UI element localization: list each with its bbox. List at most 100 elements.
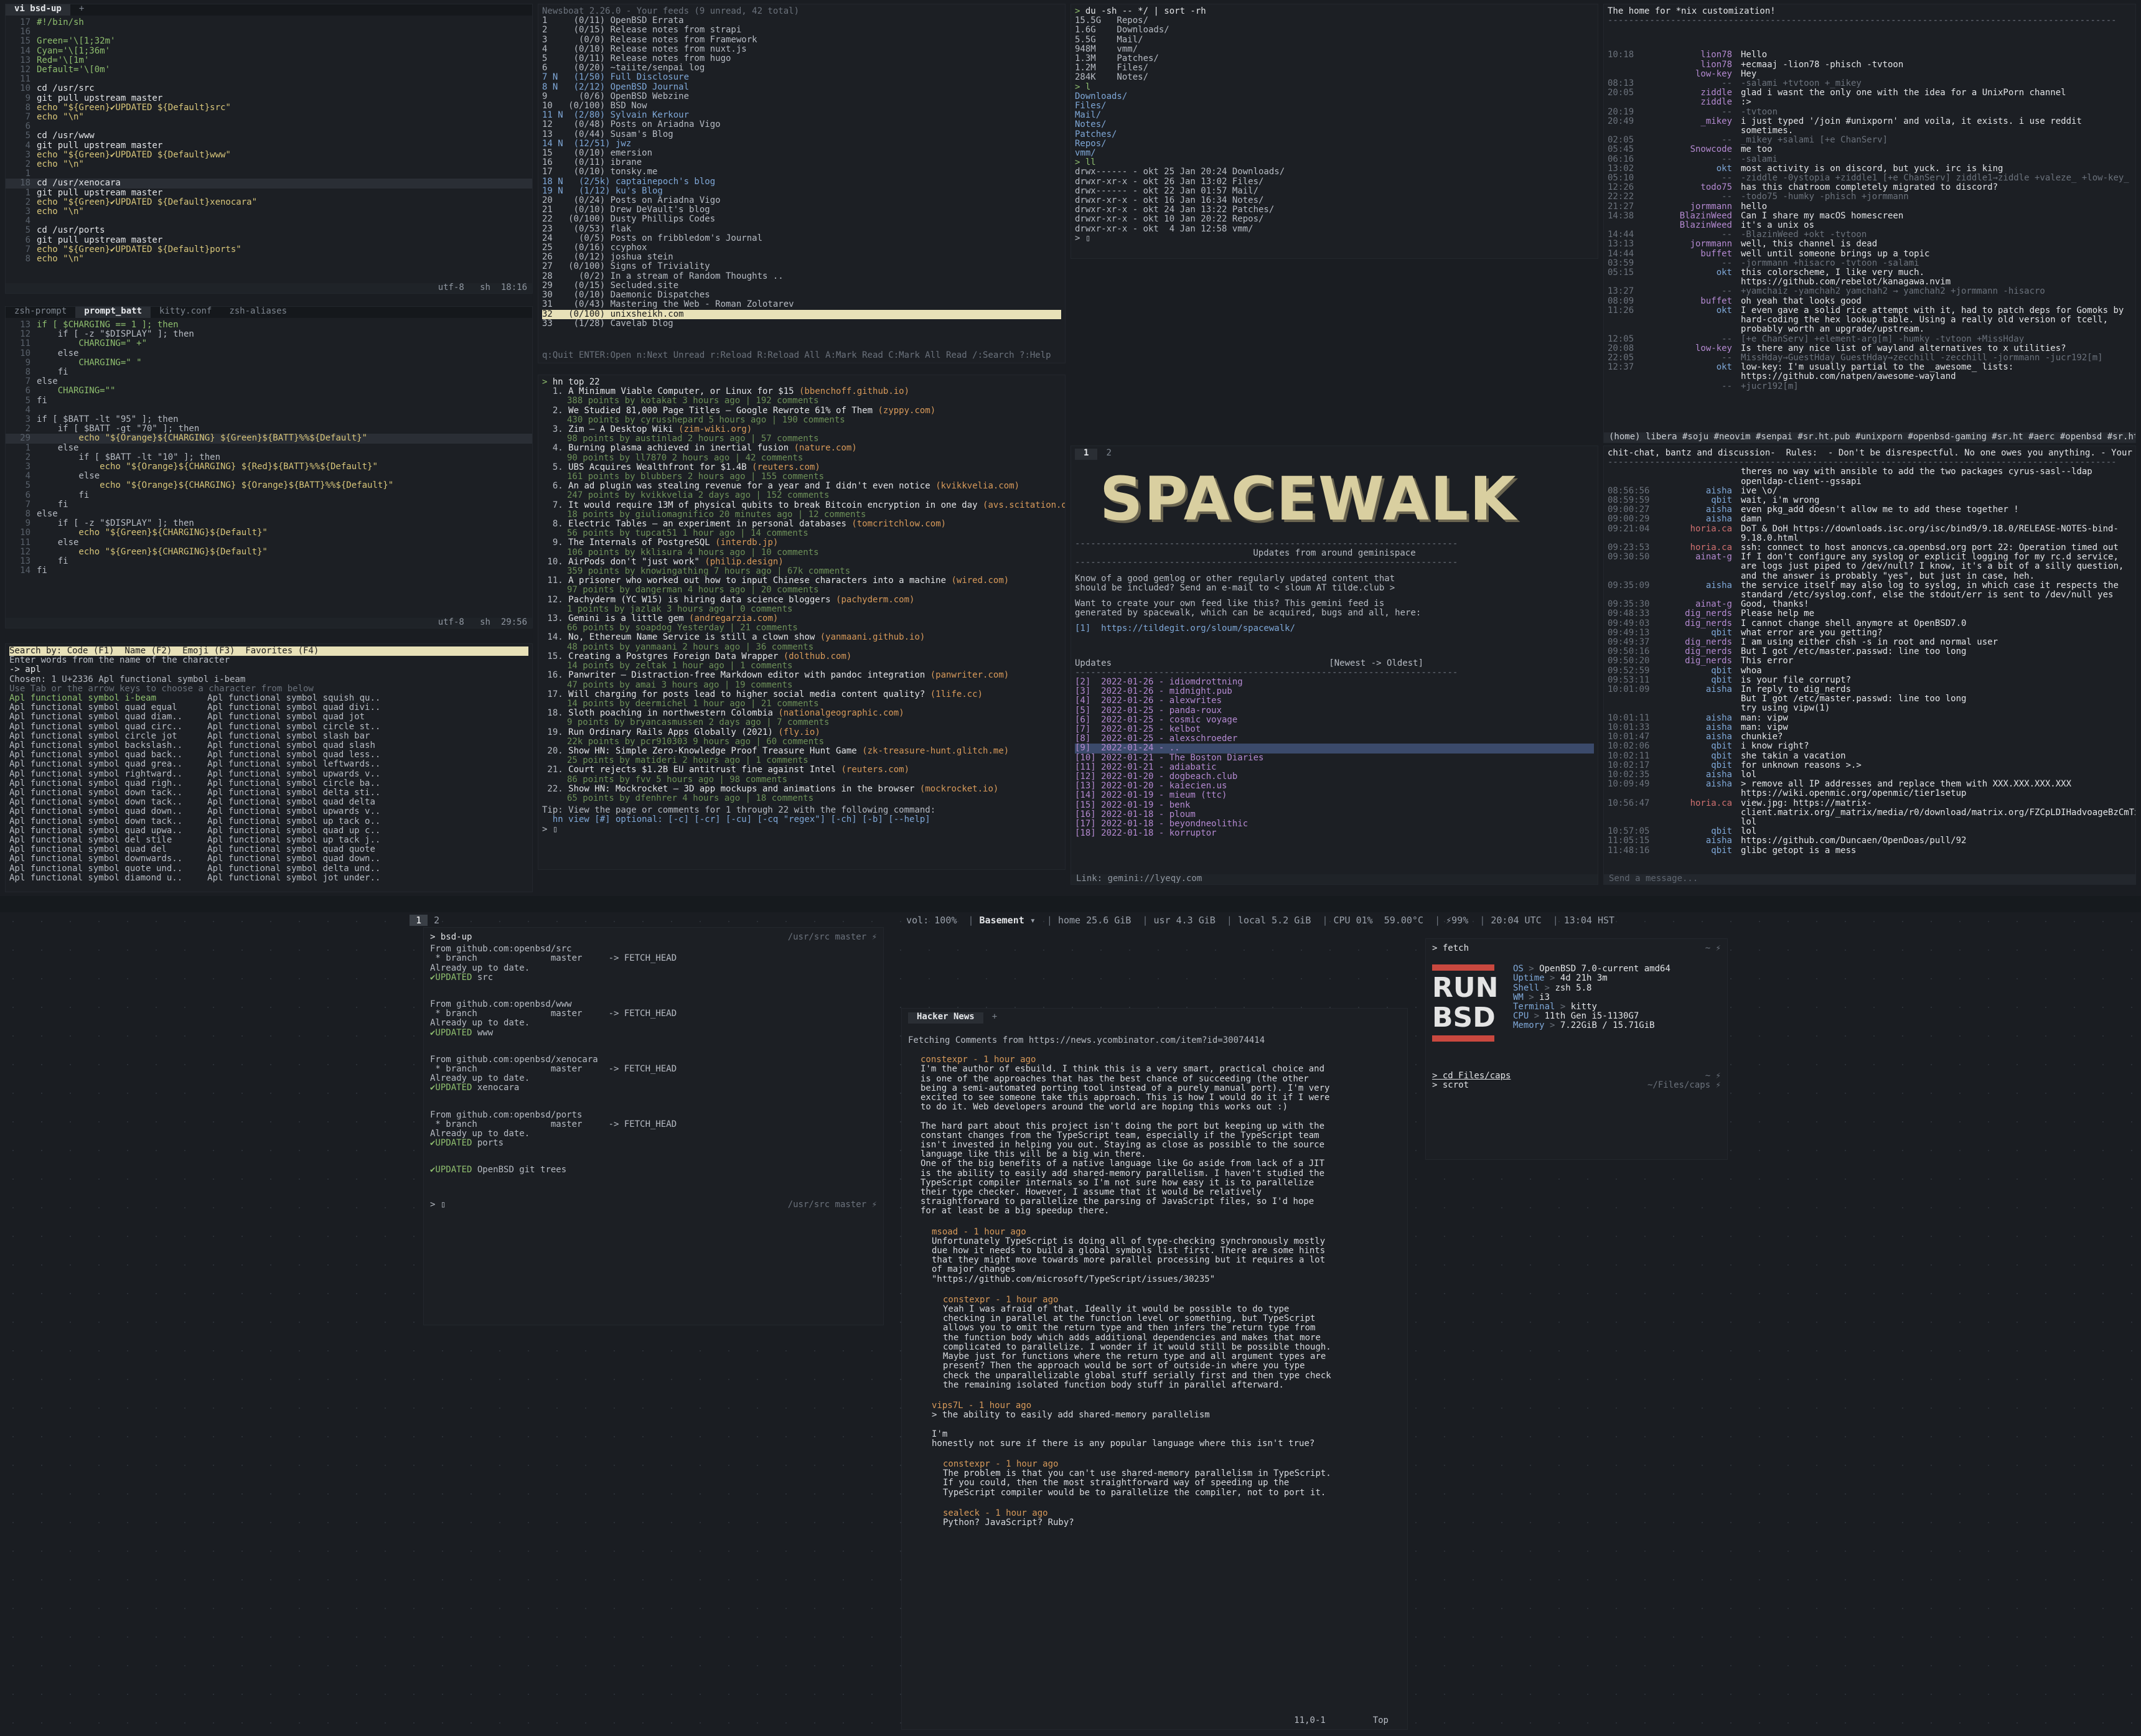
search-input[interactable]: -> apl (9, 665, 528, 674)
feed-item[interactable]: 2 (0/15) Release notes from strapi (542, 26, 1061, 35)
hn-story[interactable]: 17. Will charging for posts lead to high… (542, 689, 1061, 699)
story-title[interactable]: Show HN: Mockrocket – 3D app mockups and… (568, 784, 914, 794)
hn-story[interactable]: 3. Zim – A Desktop Wiki (zim-wiki.org) (542, 424, 1061, 434)
feed-item[interactable]: 6 (0/20) ~taiite/senpai log (542, 63, 1061, 73)
hn-story[interactable]: 4. Burning plasma achieved in inertial f… (542, 444, 1061, 453)
hn-story[interactable]: 2. We Studied 81,000 Page Titles – Googl… (542, 406, 1061, 416)
gemini-tab-2[interactable]: 2 (1097, 448, 1120, 460)
hn-client-tab[interactable]: Hacker News (908, 1012, 983, 1024)
newsboat-pane[interactable]: Newsboat 2.26.0 - Your feeds (9 unread, … (538, 4, 1066, 363)
story-title[interactable]: Court rejects $1.2B EU antitrust fine ag… (568, 765, 836, 775)
char-option[interactable]: Apl functional symbol quad back.. (9, 750, 182, 760)
hn-story[interactable]: 19. Run Ordinary Rails Apps Globally (20… (542, 727, 1061, 737)
update-link[interactable]: [8] 2022-01-25 - alexschroeder (1075, 734, 1594, 744)
feed-item[interactable]: 19 N (1/12) ku's Blog (542, 186, 1061, 196)
char-option[interactable]: Apl functional symbol up tack o.. (207, 816, 380, 826)
updates-list[interactable]: [2] 2022-01-26 - idiomdrottning [3] 2022-… (1075, 677, 1594, 838)
code-area-2[interactable]: 13 if [ $CHARGING == 1 ]; then 12 if [ -z … (6, 318, 532, 578)
feed-item[interactable]: 5 (0/11) Release notes from hugo (542, 54, 1061, 63)
feed-item[interactable]: 31 (0/43) Mastering the Web - Roman Zolo… (542, 300, 1061, 309)
char-option[interactable]: Apl functional symbol quad delta (207, 798, 380, 807)
hn-story[interactable]: 14. No, Ethereum Name Service is still a… (542, 633, 1061, 642)
char-option[interactable]: Apl functional symbol quad righ.. (9, 778, 182, 788)
gemini-link[interactable]: [1] https://tildegit.org/sloum/spacewalk… (1075, 624, 1594, 633)
char-option[interactable]: Apl functional symbol quad grea.. (9, 760, 182, 769)
story-title[interactable]: Pachyderm (YC W15) is hiring data scienc… (568, 595, 830, 605)
char-list-right[interactable]: Apl functional symbol squish qu.. Apl fun… (207, 693, 380, 883)
feed-item[interactable]: 25 (0/16) ccyphox (542, 243, 1061, 253)
story-title[interactable]: A prisoner who worked out how to input C… (568, 576, 946, 586)
story-title[interactable]: Sloth poaching in northwestern Colombia (568, 708, 773, 718)
feed-item[interactable]: 14 N (12/51) jwz (542, 139, 1061, 149)
workspace-1[interactable]: 1 (410, 915, 428, 926)
feed-item[interactable]: 8 N (2/12) OpenBSD Journal (542, 82, 1061, 92)
feed-item[interactable]: 30 (0/10) Daemonic Dispatches (542, 290, 1061, 300)
story-title[interactable]: AirPods don't "just work" (568, 557, 700, 567)
story-title[interactable]: UBS Acquires Wealthfront for $1.4B (568, 462, 747, 472)
char-option[interactable]: Apl functional symbol circle jot (9, 731, 182, 741)
update-link[interactable]: [11] 2022-01-21 - adiabatic (1075, 762, 1594, 772)
char-option[interactable]: Apl functional symbol backslash.. (9, 740, 182, 750)
story-title[interactable]: Gemini is a little gem (568, 614, 683, 623)
char-option[interactable]: Apl functional symbol i-beam (9, 693, 182, 703)
update-link[interactable]: [14] 2022-01-19 - mieum (ttc) (1075, 791, 1594, 800)
search-mode-bar[interactable]: Search by: Code (F1) Name (F2) Emoji (F3… (9, 646, 528, 656)
hn-story[interactable]: 1. A Minimum Viable Computer, or Linux f… (542, 387, 1061, 396)
story-title[interactable]: Zim – A Desktop Wiki (568, 424, 673, 434)
update-link[interactable]: [18] 2022-01-18 - korruptor (1075, 829, 1594, 838)
hn-top-pane[interactable]: > hn top 22 1. A Minimum Viable Computer… (538, 375, 1066, 870)
hn-story[interactable]: 20. Show HN: Simple Zero-Knowledge Proof… (542, 746, 1061, 756)
char-option[interactable]: Apl functional symbol delta sti.. (207, 788, 380, 798)
char-option[interactable]: Apl functional symbol slash bar (207, 731, 380, 741)
char-option[interactable]: Apl functional symbol jot under.. (207, 873, 380, 883)
comment-author[interactable]: vips7L - 1 hour ago (932, 1401, 1331, 1411)
story-title[interactable]: Show HN: Simple Zero-Knowledge Proof Tre… (568, 746, 857, 756)
update-link[interactable]: [15] 2022-01-19 - benk (1075, 800, 1594, 810)
char-option[interactable]: Apl functional symbol delta und.. (207, 864, 380, 874)
feed-item[interactable]: 27 (0/100) Signs of Triviality (542, 262, 1061, 271)
tab-bsd-up[interactable]: vi bsd-up (6, 4, 70, 16)
update-link[interactable]: [13] 2022-01-20 - kaiecien.us (1075, 782, 1594, 791)
update-link[interactable]: [3] 2022-01-26 - midnight.pub (1075, 687, 1594, 696)
char-option[interactable]: Apl functional symbol quad upwa.. (9, 826, 182, 836)
tab-new-2[interactable]: + (983, 1012, 1006, 1024)
tab-new[interactable]: + (70, 4, 93, 16)
char-option[interactable]: Apl functional symbol quote und.. (9, 864, 182, 874)
feed-item[interactable]: 13 (0/44) Susam's Blog (542, 129, 1061, 139)
workspace-2[interactable]: 2 (428, 915, 446, 926)
char-option[interactable]: Apl functional symbol quad quote (207, 845, 380, 854)
story-title[interactable]: Burning plasma achieved in inertial fusi… (568, 443, 789, 453)
char-option[interactable]: Apl functional symbol up tack j.. (207, 835, 380, 845)
hn-story[interactable]: 10. AirPods don't "just work" (philip.de… (542, 557, 1061, 567)
scrot-line[interactable]: > scrot ~/Files/caps ⚡ (1432, 1081, 1721, 1090)
irc-input[interactable]: Send a message... (1604, 874, 2135, 884)
feed-item[interactable]: 9 (0/6) OpenBSD Webzine (542, 91, 1061, 101)
hn-story[interactable]: 9. The Internals of PostgreSQL (interdb.… (542, 538, 1061, 548)
update-link[interactable]: [17] 2022-01-18 - beyondneolithic (1075, 819, 1594, 829)
story-title[interactable]: We Studied 81,000 Page Titles – Google R… (568, 406, 873, 416)
char-option[interactable]: Apl functional symbol rightward.. (9, 769, 182, 779)
update-link[interactable]: [2] 2022-01-26 - idiomdrottning (1075, 677, 1594, 687)
hn-story[interactable]: 22. Show HN: Mockrocket – 3D app mockups… (542, 784, 1061, 794)
hn-story[interactable]: 13. Gemini is a little gem (andregarzia.… (542, 614, 1061, 623)
story-title[interactable]: Will charging for posts lead to higher s… (568, 689, 925, 699)
update-link[interactable]: [9] 2022-01-24 - .. (1075, 744, 1594, 754)
bsdup-pane[interactable]: > bsd-up/usr/src master ⚡ From github.co… (423, 927, 884, 1325)
comment-author[interactable]: sealeck - 1 hour ago (943, 1508, 1331, 1518)
feed-item[interactable]: 18 N (2/5k) captainepoch's blog (542, 177, 1061, 187)
story-title[interactable]: Run Ordinary Rails Apps Globally (2021) (568, 727, 773, 737)
char-option[interactable]: Apl functional symbol quad less.. (207, 750, 380, 760)
editor2-tab[interactable]: zsh-prompt (6, 307, 75, 318)
editor2-tab[interactable]: zsh-aliases (220, 307, 296, 318)
char-option[interactable]: Apl functional symbol circle ba.. (207, 778, 380, 788)
update-link[interactable]: [5] 2022-01-25 - panda-roux (1075, 706, 1594, 716)
irc-openbsd-pane[interactable]: chit-chat, bantz and discussion- Rules: … (1603, 446, 2136, 885)
char-option[interactable]: Apl functional symbol quad equal (9, 703, 182, 712)
code-area[interactable]: 17 #!/bin/sh 16 15 Green='\[1;32m' 14 Cyan='\[… (6, 16, 532, 266)
char-option[interactable]: Apl functional symbol down tack.. (9, 816, 182, 826)
feed-item[interactable]: 10 (0/100) BSD Now (542, 101, 1061, 111)
char-option[interactable]: Apl functional symbol quad slash (207, 740, 380, 750)
char-picker-pane[interactable]: Search by: Code (F1) Name (F2) Emoji (F3… (5, 643, 533, 892)
gemini-pane[interactable]: 12 SPACEWALK ---------------------------… (1070, 446, 1598, 885)
editor2-pane[interactable]: zsh-prompt prompt_batt kitty.conf zsh-alias… (5, 306, 533, 628)
